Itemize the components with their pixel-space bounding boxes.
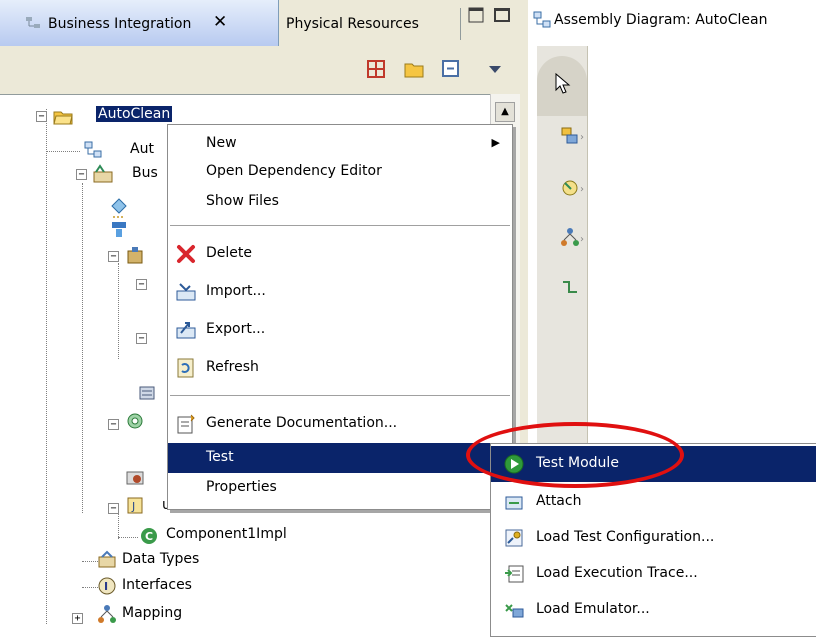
java-folder-icon: J <box>127 497 143 514</box>
collapse-toggle[interactable]: − <box>136 279 147 290</box>
menu-item-delete[interactable]: Delete <box>168 239 512 269</box>
new-module-icon[interactable] <box>365 58 387 80</box>
menu-item-import[interactable]: Import... <box>168 277 512 307</box>
menu-item-test[interactable]: Test ▶ <box>168 443 512 473</box>
view-toolbar <box>0 46 520 94</box>
palette-import-icon[interactable]: › <box>560 176 590 200</box>
collapse-all-icon[interactable] <box>440 58 462 80</box>
tree-guide-line <box>118 537 138 538</box>
select-pointer-icon[interactable] <box>553 72 573 96</box>
mediation-icon <box>126 471 144 485</box>
assembly-diagram-icon <box>84 141 102 158</box>
palette-wire-icon[interactable] <box>560 276 590 300</box>
menu-item-load-test-configuration[interactable]: Load Test Configuration... <box>491 520 816 556</box>
tab-business-integration-label: Business Integration <box>48 16 192 32</box>
svg-text:›: › <box>580 132 584 143</box>
collapse-toggle[interactable]: − <box>136 333 147 344</box>
business-integration-icon <box>26 17 40 28</box>
rule-group-icon <box>139 386 155 400</box>
tree-item-data-types[interactable]: Data Types <box>122 551 199 567</box>
play-icon <box>504 454 524 474</box>
config-icon <box>505 529 523 547</box>
menu-item-load-execution-trace[interactable]: Load Execution Trace... <box>491 556 816 592</box>
scroll-up-arrow-icon[interactable]: ▲ <box>495 102 515 122</box>
context-menu: New ▶ Open Dependency Editor Show Files … <box>167 124 513 510</box>
data-types-icon <box>98 550 116 568</box>
business-logic-icon <box>93 164 113 183</box>
menu-item-export[interactable]: Export... <box>168 315 512 345</box>
tree-item-business-logic[interactable]: Bus <box>132 165 158 181</box>
tree-guide-line <box>118 513 119 539</box>
assembly-diagram-icon <box>533 11 551 28</box>
menu-item-open-dependency-editor[interactable]: Open Dependency Editor <box>168 157 512 187</box>
menu-item-show-files[interactable]: Show Files <box>168 187 512 217</box>
menu-item-refresh[interactable]: Refresh <box>168 353 512 383</box>
collapse-toggle[interactable]: − <box>76 169 87 180</box>
svg-text:C: C <box>145 530 153 543</box>
palette-component-icon[interactable]: › <box>560 124 590 148</box>
document-icon <box>177 414 195 434</box>
tree-guide-line <box>82 183 83 513</box>
close-icon[interactable]: ✕ <box>213 12 227 32</box>
svg-text:J: J <box>131 500 135 513</box>
attach-icon <box>505 496 523 510</box>
process-icon <box>111 198 127 218</box>
collapse-toggle[interactable]: − <box>108 251 119 262</box>
menu-item-attach[interactable]: Attach <box>491 484 816 520</box>
svg-text:›: › <box>580 234 584 245</box>
menu-separator <box>170 225 510 227</box>
java-class-icon: C <box>141 528 157 544</box>
tree-guide-line <box>46 109 47 624</box>
human-task-icon <box>112 222 126 237</box>
collapse-toggle[interactable]: − <box>108 503 119 514</box>
menu-item-new[interactable]: New ▶ <box>168 129 512 159</box>
import-icon <box>176 283 196 301</box>
expand-toggle[interactable]: + <box>72 613 83 624</box>
collapse-toggle[interactable]: − <box>108 419 119 430</box>
menu-item-test-module[interactable]: Test Module <box>491 446 816 482</box>
project-folder-icon <box>53 111 73 125</box>
editor-tab-title[interactable]: Assembly Diagram: AutoClean <box>554 12 767 28</box>
selector-icon <box>127 413 143 429</box>
tree-item-interfaces[interactable]: Interfaces <box>122 577 192 593</box>
menu-item-load-emulator[interactable]: Load Emulator... <box>491 592 816 628</box>
minimize-icon[interactable] <box>468 6 486 24</box>
tab-business-integration[interactable]: Business Integration ✕ <box>0 0 279 46</box>
interfaces-icon: I <box>98 577 116 595</box>
tree-item-mapping[interactable]: Mapping <box>122 605 182 621</box>
menu-item-generate-documentation[interactable]: Generate Documentation... <box>168 409 512 439</box>
trace-icon <box>505 565 524 583</box>
svg-text:I: I <box>104 580 108 593</box>
open-folder-icon[interactable] <box>403 58 425 80</box>
refresh-icon <box>177 358 194 378</box>
collapse-toggle[interactable]: − <box>36 111 47 122</box>
view-menu-icon[interactable] <box>484 58 506 80</box>
maximize-icon[interactable] <box>494 8 510 22</box>
tree-item-autoclean[interactable]: AutoClean <box>96 106 173 122</box>
tab-physical-resources[interactable]: Physical Resources <box>286 16 419 32</box>
export-icon <box>176 322 196 339</box>
tree-guide-line <box>46 151 80 152</box>
tree-item-component1impl[interactable]: Component1Impl <box>166 526 287 542</box>
test-submenu: Test Module Attach Load Test Configurati… <box>490 443 816 637</box>
menu-separator <box>170 395 510 397</box>
submenu-arrow-icon: ▶ <box>491 136 500 149</box>
business-state-machine-icon <box>127 247 143 264</box>
palette-tree-icon[interactable]: › <box>560 226 590 250</box>
tree-item-assembly[interactable]: Aut <box>130 141 154 157</box>
tree-guide-line <box>118 263 119 359</box>
emulator-icon <box>505 604 524 618</box>
tab-separator <box>460 8 461 40</box>
red-x-icon <box>177 245 195 263</box>
mapping-icon <box>98 605 116 623</box>
menu-item-properties[interactable]: Properties <box>168 473 512 503</box>
view-tab-bar: Business Integration ✕ Physical Resource… <box>0 0 520 47</box>
svg-text:›: › <box>580 184 584 195</box>
